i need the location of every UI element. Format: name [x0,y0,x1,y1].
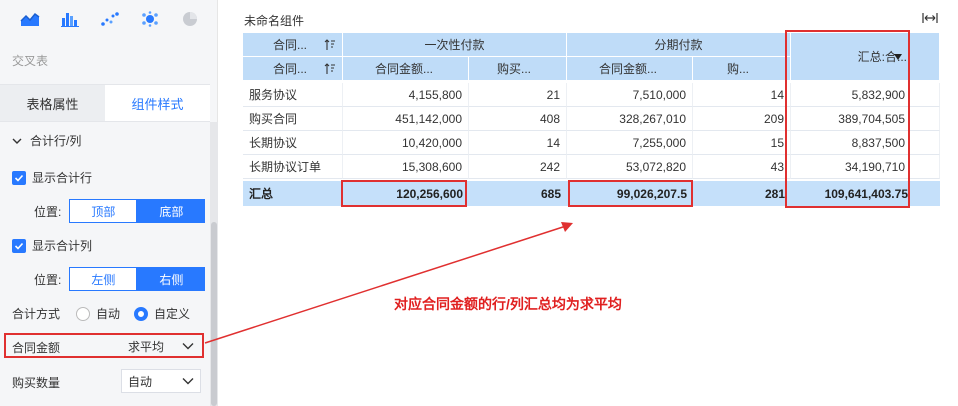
annotation-arrow [204,222,573,344]
annotation-text: 对应合同金额的行/列汇总均为求平均 [394,296,622,312]
